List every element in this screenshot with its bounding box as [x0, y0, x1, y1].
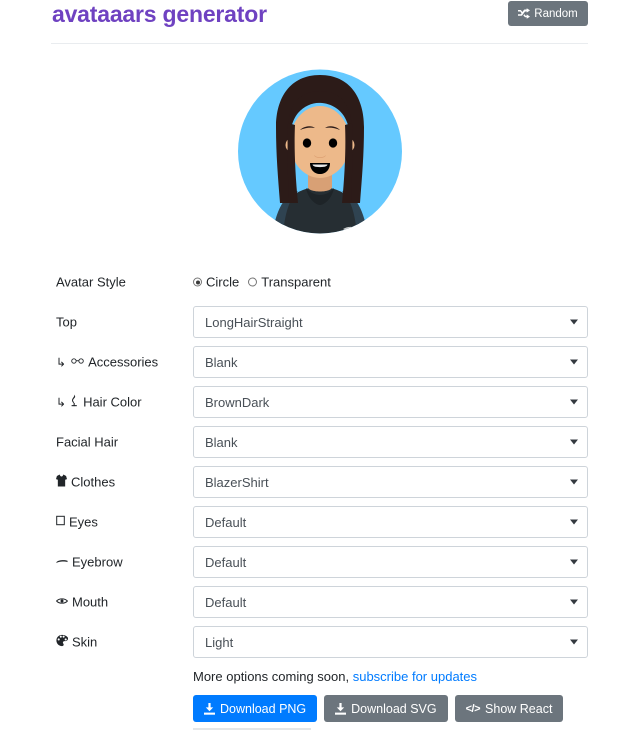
form-row-skin: Skin Light: [0, 622, 637, 662]
label-mouth-text: Mouth: [72, 594, 109, 610]
avatar-illustration: [238, 69, 402, 234]
select-accessories-value: Blank: [205, 354, 238, 370]
eyes-icon: [56, 515, 65, 529]
label-avatar-style: Avatar Style: [56, 275, 126, 290]
show-react-button[interactable]: </> Show React: [454, 695, 564, 722]
select-hair-color-value: BrownDark: [205, 394, 270, 410]
form-row-eyes: Eyes Default: [0, 502, 637, 542]
label-clothes: Clothes: [56, 475, 115, 490]
hair-color-icon: [71, 394, 79, 410]
sub-arrow-icon: ↳: [56, 395, 67, 409]
label-clothes-text: Clothes: [71, 474, 116, 490]
form-row-avatar-style: Avatar Style Circle Transparent: [0, 262, 637, 302]
form-row-top: Top LongHairStraight: [0, 302, 637, 342]
avatar-preview: [238, 57, 402, 246]
avatar-eye-left: [302, 138, 312, 148]
download-icon: [204, 702, 215, 715]
label-hair-color: ↳ Hair Color: [56, 394, 142, 410]
mouth-icon: [55, 597, 69, 608]
chevron-down-icon: [570, 479, 578, 485]
bottom-partial-element: [193, 728, 311, 730]
label-skin-text: Skin: [72, 634, 98, 650]
form-row-accessories: ↳ Accessories Blank: [0, 342, 637, 382]
download-svg-label: Download SVG: [351, 701, 437, 716]
radio-circle-label: Circle: [206, 274, 240, 290]
avataaars-generator-page: avataaars generator Random Avatar Style …: [0, 0, 637, 733]
glasses-icon: [71, 357, 84, 368]
select-eyebrow-value: Default: [205, 554, 247, 570]
radio-transparent-dot: [248, 277, 258, 287]
chevron-down-icon: [570, 639, 578, 645]
select-top[interactable]: LongHairStraight: [193, 306, 588, 338]
select-clothes[interactable]: BlazerShirt: [193, 466, 588, 498]
shirt-icon: [56, 474, 67, 490]
label-eyebrow-text: Eyebrow: [72, 554, 123, 570]
label-eyebrow: Eyebrow: [56, 555, 123, 570]
radio-transparent[interactable]: Transparent: [248, 275, 331, 290]
chevron-down-icon: [570, 319, 578, 325]
form-row-clothes: Clothes BlazerShirt: [0, 462, 637, 502]
select-mouth[interactable]: Default: [193, 586, 588, 618]
radio-circle-dot: [193, 277, 202, 287]
select-facial-hair[interactable]: Blank: [193, 426, 588, 458]
sub-arrow-icon: ↳: [56, 355, 67, 369]
select-accessories[interactable]: Blank: [193, 346, 588, 378]
download-png-button[interactable]: Download PNG: [193, 695, 318, 722]
download-svg-button[interactable]: Download SVG: [324, 695, 448, 722]
shuffle-icon: [518, 8, 531, 19]
select-top-value: LongHairStraight: [205, 314, 303, 330]
more-options-text: More options coming soon, subscribe for …: [193, 669, 477, 684]
select-eyes-value: Default: [205, 514, 247, 530]
label-mouth: Mouth: [55, 594, 109, 610]
code-icon: </>: [465, 702, 481, 715]
subscribe-link[interactable]: subscribe for updates: [353, 669, 477, 684]
label-accessories: ↳ Accessories: [56, 355, 158, 370]
palette-icon: [56, 634, 69, 650]
select-mouth-value: Default: [205, 594, 247, 610]
form-row-mouth: Mouth Default: [0, 582, 637, 622]
label-facial-hair-text: Facial Hair: [56, 434, 119, 450]
page-header: avataaars generator Random: [0, 0, 637, 44]
select-clothes-value: BlazerShirt: [205, 474, 269, 490]
label-hair-color-text: Hair Color: [83, 394, 142, 410]
avatar-eye-right: [328, 138, 338, 148]
form-row-facial-hair: Facial Hair Blank: [0, 422, 637, 462]
label-skin: Skin: [56, 635, 97, 650]
options-form: Avatar Style Circle Transparent Top Long…: [0, 262, 637, 662]
chevron-down-icon: [570, 559, 578, 565]
select-skin[interactable]: Light: [193, 626, 588, 658]
radio-transparent-label: Transparent: [261, 274, 331, 290]
chevron-down-icon: [570, 599, 578, 605]
form-row-hair-color: ↳ Hair Color BrownDark: [0, 382, 637, 422]
eyebrow-icon: [56, 557, 68, 568]
chevron-down-icon: [570, 439, 578, 445]
label-facial-hair: Facial Hair: [56, 435, 118, 450]
label-eyes-text: Eyes: [69, 514, 98, 530]
label-eyes: Eyes: [56, 515, 98, 530]
label-top-text: Top: [56, 314, 77, 330]
select-eyebrow[interactable]: Default: [193, 546, 588, 578]
radio-circle[interactable]: Circle: [193, 275, 239, 290]
label-accessories-text: Accessories: [88, 354, 159, 370]
random-button-label: Random: [534, 7, 578, 20]
chevron-down-icon: [570, 399, 578, 405]
chevron-down-icon: [570, 359, 578, 365]
chevron-down-icon: [570, 519, 578, 525]
select-hair-color[interactable]: BrownDark: [193, 386, 588, 418]
show-react-label: Show React: [485, 701, 553, 716]
random-button[interactable]: Random: [508, 1, 588, 26]
more-options-label: More options coming soon,: [193, 669, 350, 684]
select-skin-value: Light: [205, 634, 234, 650]
download-png-label: Download PNG: [220, 701, 307, 716]
download-icon: [335, 702, 347, 715]
avatar-style-radio-group: Circle Transparent: [193, 275, 331, 290]
form-row-eyebrow: Eyebrow Default: [0, 542, 637, 582]
page-title: avataaars generator: [52, 1, 267, 27]
action-buttons: Download PNG Download SVG </> Show React: [193, 695, 564, 722]
select-eyes[interactable]: Default: [193, 506, 588, 538]
select-facial-hair-value: Blank: [205, 434, 238, 450]
label-avatar-style-text: Avatar Style: [56, 274, 126, 290]
label-top: Top: [56, 315, 77, 330]
header-divider: [51, 43, 588, 44]
